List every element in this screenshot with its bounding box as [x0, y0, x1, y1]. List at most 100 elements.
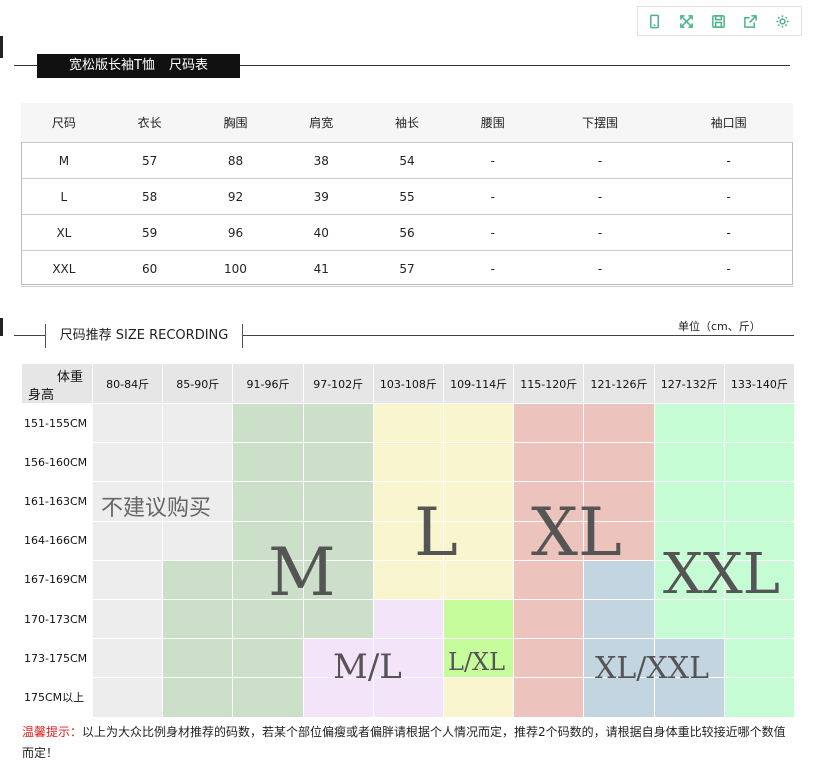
grid-cell-lxl	[444, 600, 515, 640]
corner-weight-label: 体重	[57, 370, 84, 385]
section-title: 尺码推荐 SIZE RECORDING	[45, 324, 243, 348]
table-cell: 56	[364, 214, 450, 251]
table-row: XL 59 96 40 56- - -	[21, 214, 793, 251]
table-cell: -	[664, 178, 793, 215]
table-cell: 55	[364, 178, 450, 215]
weight-header: 97-102斤	[303, 364, 374, 404]
column-header: 袖长	[364, 103, 450, 143]
table-cell: -	[535, 250, 665, 287]
table-cell: 54	[364, 142, 450, 179]
grid-cell-none	[163, 443, 234, 483]
height-header: 161-163CM	[22, 482, 93, 522]
grid-cell-xxl	[724, 404, 795, 444]
not-recommended-label: 不建议购买	[101, 496, 212, 521]
grid-cell-m	[233, 443, 304, 483]
grid-cell-m	[163, 560, 234, 600]
table-cell: 40	[278, 214, 365, 251]
grid-cell-xxl	[654, 404, 725, 444]
grid-cell-xl	[514, 443, 585, 483]
grid-cell-xl	[584, 404, 655, 444]
phone-icon[interactable]	[638, 7, 670, 35]
table-header-row: 尺码 衣长 胸围 肩宽 袖长 腰围 下摆围 袖口围	[21, 103, 793, 143]
height-header: 170-173CM	[22, 600, 93, 640]
table-cell: -	[449, 178, 536, 215]
height-header: 164-166CM	[22, 521, 93, 561]
expand-icon[interactable]	[670, 7, 702, 35]
grid-cell-m	[233, 482, 304, 522]
grid-cell-xl	[514, 678, 585, 718]
weight-header: 85-90斤	[163, 364, 234, 404]
table-cell: -	[664, 250, 793, 287]
weight-header: 80-84斤	[93, 364, 164, 404]
size-label-xlxxl: XL/XXL	[595, 651, 710, 686]
weight-header: 115-120斤	[514, 364, 585, 404]
size-label-lxl: L/XL	[448, 648, 506, 676]
weight-header: 127-132斤	[654, 364, 725, 404]
size-label-xxl: XXL	[663, 542, 780, 607]
grid-cell-xlxxl	[584, 600, 655, 640]
tip-note: 温馨提示：以上为大众比例身材推荐的码数，若某个部位偏瘦或者偏胖请根据个人情况而定…	[22, 722, 792, 764]
weight-header: 109-114斤	[444, 364, 515, 404]
table-cell: 92	[192, 178, 279, 215]
column-header: 肩宽	[278, 103, 365, 143]
table-cell: 58	[106, 178, 193, 215]
size-table: 尺码 衣长 胸围 肩宽 袖长 腰围 下摆围 袖口围 M 57 88 38 54- - - L 58 92 39 55-…	[21, 103, 793, 287]
table-cell: -	[449, 142, 536, 179]
grid-cell-m	[303, 404, 374, 444]
grid-cell-ml	[373, 600, 444, 640]
grid-cell-xxl	[724, 639, 795, 679]
grid-cell-none	[93, 600, 164, 640]
height-header: 173-175CM	[22, 639, 93, 679]
grid-cell-xxl	[724, 678, 795, 718]
table-cell: M	[21, 142, 107, 179]
grid-cell-xxl	[654, 443, 725, 483]
table-cell: -	[664, 214, 793, 251]
gear-icon[interactable]	[766, 7, 798, 35]
corner-height-label: 身高	[28, 388, 55, 403]
table-cell: -	[664, 142, 793, 179]
column-header: 袖口围	[664, 103, 793, 143]
edge-mark	[0, 36, 3, 58]
weight-header: 91-96斤	[233, 364, 304, 404]
grid-cell-none	[93, 560, 164, 600]
grid-cell-none	[93, 639, 164, 679]
column-header: 胸围	[192, 103, 279, 143]
table-cell: 96	[192, 214, 279, 251]
table-cell: L	[21, 178, 107, 215]
column-header: 下摆围	[535, 103, 665, 143]
table-cell: XXL	[21, 250, 107, 287]
table-cell: 59	[106, 214, 193, 251]
size-label-m: M	[268, 534, 336, 611]
grid-cell-m	[233, 678, 304, 718]
weight-header: 133-140斤	[724, 364, 795, 404]
size-label-l: L	[414, 494, 458, 571]
grid-cell-none	[93, 443, 164, 483]
grid-cell-xxl	[654, 482, 725, 522]
weight-header: 103-108斤	[373, 364, 444, 404]
corner-header: 体重 身高	[22, 364, 93, 404]
table-cell: -	[449, 250, 536, 287]
grid-cell-xl	[514, 404, 585, 444]
size-recommend-grid: 体重 身高 80-84斤 85-90斤 91-96斤 97-102斤 103-108斤 109…	[22, 364, 795, 718]
share-icon[interactable]	[734, 7, 766, 35]
height-header: 151-155CM	[22, 404, 93, 444]
grid-cell-m	[233, 639, 304, 679]
chart-name: 尺码表	[168, 58, 208, 73]
page-title: 宽松版长袖T恤 尺码表	[37, 54, 240, 78]
column-header: 腰围	[449, 103, 536, 143]
weight-header: 121-126斤	[584, 364, 655, 404]
save-icon[interactable]	[702, 7, 734, 35]
table-cell: -	[449, 214, 536, 251]
grid-cell-m	[163, 600, 234, 640]
grid-cell-l	[444, 404, 515, 444]
size-label-ml: M/L	[333, 647, 402, 687]
grid-cell-none	[93, 521, 164, 561]
grid-cell-none	[93, 678, 164, 718]
table-cell: 41	[278, 250, 365, 287]
grid-cell-xl	[514, 600, 585, 640]
table-cell: 60	[106, 250, 193, 287]
table-cell: -	[535, 214, 665, 251]
tip-text: 以上为大众比例身材推荐的码数，若某个部位偏瘦或者偏胖请根据个人情况而定，推荐2个…	[22, 725, 786, 760]
grid-cell-xxl	[724, 443, 795, 483]
table-row: M 57 88 38 54- - -	[21, 142, 793, 179]
